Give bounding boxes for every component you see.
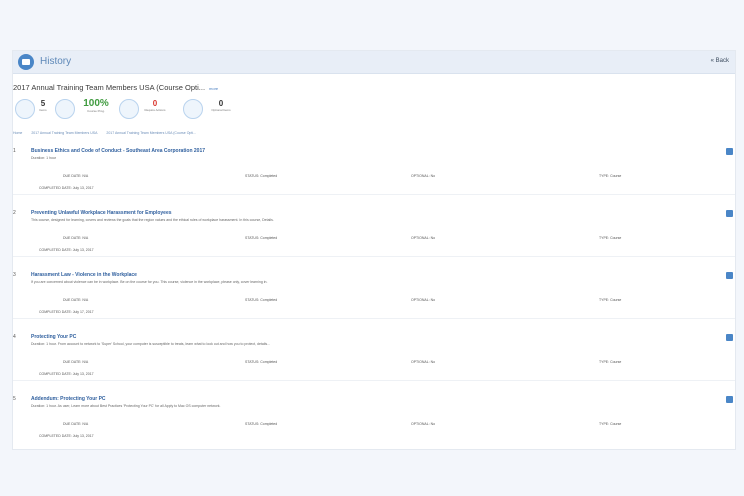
curriculum-title-text: 2017 Annual Training Team Members USA (C… <box>13 83 206 92</box>
stat-progress: 100% Course Prog. <box>79 98 113 113</box>
item-description: Duration: 1 hour. As user, Learn more ab… <box>31 404 221 408</box>
stat-items-value: 5 <box>40 99 46 108</box>
stat-require-value: 0 <box>152 99 158 108</box>
progress-circle-icon <box>55 99 75 119</box>
breadcrumb-home[interactable]: Home <box>13 131 22 135</box>
list-item: 5 Addendum: Protecting Your PC Duration:… <box>13 396 735 442</box>
breadcrumb: Home 2017 Annual Training Team Members U… <box>13 131 204 135</box>
item-completed-date: COMPLETED DATE: July 13, 2017 <box>39 248 94 252</box>
item-due-date: DUE DATE: N/A <box>63 422 89 426</box>
stat-progress-label: Course Prog. <box>87 109 105 113</box>
list-item: 4 Protecting Your PC Duration: 1 hour. F… <box>13 334 735 381</box>
item-number: 5 <box>13 396 16 402</box>
item-type: TYPE: Course <box>599 422 622 426</box>
item-type: TYPE: Course <box>599 298 622 302</box>
item-completed-date: COMPLETED DATE: July 13, 2017 <box>39 434 94 438</box>
item-optional: OPTIONAL: No <box>411 360 436 364</box>
stat-require-label: Require Actions <box>144 108 166 112</box>
item-completed-date: COMPLETED DATE: July 17, 2017 <box>39 310 94 314</box>
back-button[interactable]: « Back <box>711 58 729 64</box>
stat-optional: 0 Optional Items <box>209 99 233 112</box>
item-description: If you are concerned about violence can … <box>31 280 268 284</box>
item-number: 3 <box>13 272 16 278</box>
list-item: 1 Business Ethics and Code of Conduct - … <box>13 148 735 195</box>
item-due-date: DUE DATE: N/A <box>63 360 89 364</box>
history-panel: History « Back 2017 Annual Training Team… <box>12 50 736 450</box>
item-number: 4 <box>13 334 16 340</box>
item-completed-date: COMPLETED DATE: July 13, 2017 <box>39 186 94 190</box>
item-description: Duration: 1 hour <box>31 156 57 160</box>
item-action-icon[interactable] <box>726 396 733 403</box>
item-description: This course, designed for learning, cove… <box>31 218 274 222</box>
item-title-link[interactable]: Harassment Law - Violence in the Workpla… <box>31 272 137 278</box>
history-header: History « Back <box>13 51 735 74</box>
item-title-link[interactable]: Preventing Unlawful Workplace Harassment… <box>31 210 172 216</box>
optional-circle-icon <box>183 99 203 119</box>
item-action-icon[interactable] <box>726 148 733 155</box>
item-action-icon[interactable] <box>726 210 733 217</box>
stat-optional-label: Optional Items <box>211 108 231 112</box>
list-item: 3 Harassment Law - Violence in the Workp… <box>13 272 735 319</box>
item-completed-date: COMPLETED DATE: July 13, 2017 <box>39 372 94 376</box>
page-title: History <box>40 56 72 67</box>
item-status: STATUS: Completed <box>245 236 278 240</box>
item-optional: OPTIONAL: No <box>411 298 436 302</box>
curriculum-title: 2017 Annual Training Team Members USA (C… <box>13 83 218 92</box>
stats-bar: 5 Items 100% Course Prog. 0 Require Acti… <box>13 97 313 121</box>
breadcrumb-current: 2017 Annual Training Team Members USA (C… <box>106 131 197 135</box>
breadcrumb-parent[interactable]: 2017 Annual Training Team Members USA <box>31 131 97 135</box>
item-action-icon[interactable] <box>726 272 733 279</box>
item-optional: OPTIONAL: No <box>411 236 436 240</box>
drop-circle-icon <box>119 99 139 119</box>
item-due-date: DUE DATE: N/A <box>63 298 89 302</box>
item-due-date: DUE DATE: N/A <box>63 174 89 178</box>
item-number: 1 <box>13 148 16 154</box>
item-title-link[interactable]: Addendum: Protecting Your PC <box>31 396 106 402</box>
stat-progress-value: 100% <box>83 98 109 109</box>
stat-items: 5 Items <box>37 99 49 112</box>
item-type: TYPE: Course <box>599 174 622 178</box>
list-item: 2 Preventing Unlawful Workplace Harassme… <box>13 210 735 257</box>
item-action-icon[interactable] <box>726 334 733 341</box>
item-type: TYPE: Course <box>599 236 622 240</box>
item-number: 2 <box>13 210 16 216</box>
item-status: STATUS: Completed <box>245 174 278 178</box>
item-description: Duration: 1 hour. From account to networ… <box>31 342 271 346</box>
item-status: STATUS: Completed <box>245 298 278 302</box>
item-optional: OPTIONAL: No <box>411 422 436 426</box>
stat-items-label: Items <box>39 108 47 112</box>
item-title-link[interactable]: Business Ethics and Code of Conduct - So… <box>31 148 205 154</box>
history-icon <box>18 54 34 70</box>
stat-require: 0 Require Actions <box>143 99 167 112</box>
item-status: STATUS: Completed <box>245 360 278 364</box>
item-title-link[interactable]: Protecting Your PC <box>31 334 76 340</box>
status-circle-icon <box>15 99 35 119</box>
item-optional: OPTIONAL: No <box>411 174 436 178</box>
item-type: TYPE: Course <box>599 360 622 364</box>
more-link[interactable]: more <box>209 86 218 91</box>
item-status: STATUS: Completed <box>245 422 278 426</box>
item-due-date: DUE DATE: N/A <box>63 236 89 240</box>
stat-optional-value: 0 <box>218 99 224 108</box>
